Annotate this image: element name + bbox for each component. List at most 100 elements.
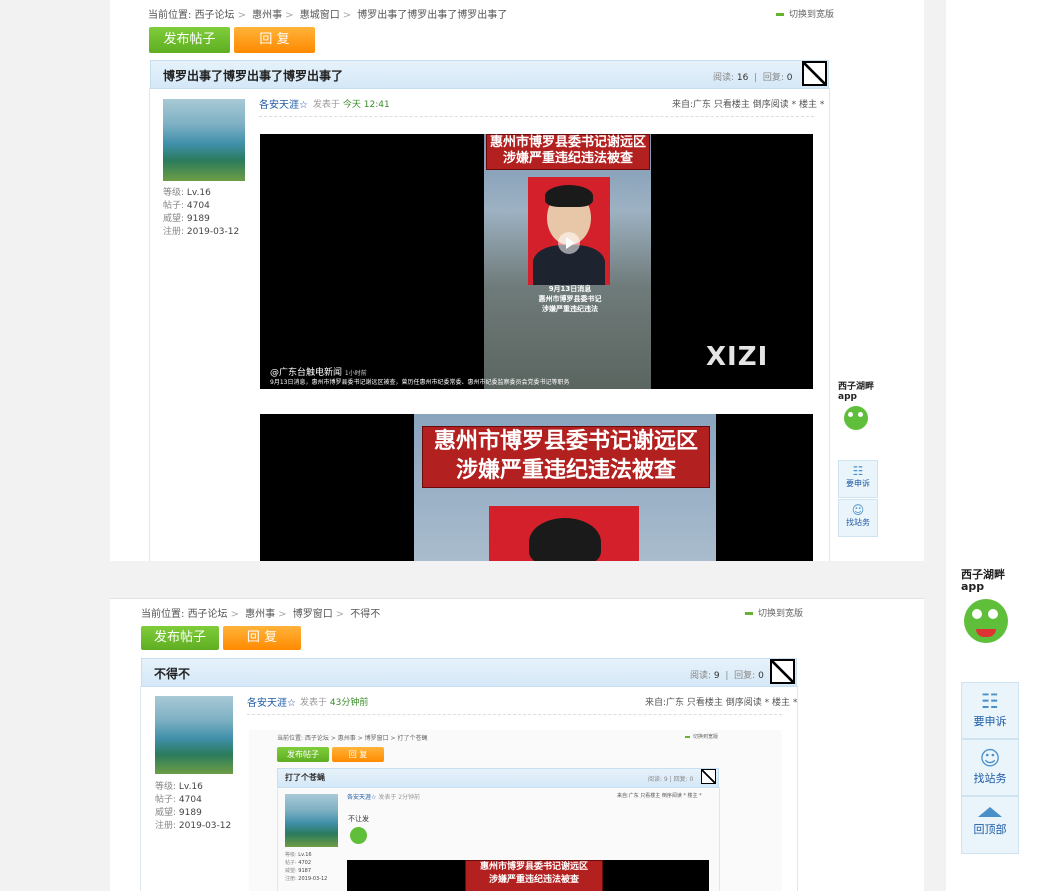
widen-label: 切换到宽版 [758,609,804,619]
meta-key: 注册: [163,227,185,237]
meta-value: 2019-03-12 [186,227,240,237]
post-source-links[interactable]: 来自:广东 只看楼主 倒序阅读 * 楼主 * [645,695,797,708]
author-meta: 等级: Lv.16 帖子: 4704 威望: 9189 注册: 2019-03-… [155,781,231,833]
switch-wide-link[interactable]: 切换到宽版 [745,606,803,619]
qr-code-icon[interactable] [802,61,827,86]
nested-video-headline: 惠州市博罗县委书记谢远区 涉嫌严重违纪违法被查 [465,860,603,891]
meta-key: 威望: [285,868,297,874]
back-to-top-button[interactable]: 回顶部 [961,796,1019,854]
posted-time: 今天 12:41 [342,100,390,110]
video-player[interactable]: 惠州市博罗县委书记谢远区 涉嫌严重违纪违法被查 [260,414,813,561]
posted-time: 43分钟前 [329,698,369,708]
nested-video: 惠州市博罗县委书记谢远区 涉嫌严重违纪违法被查 [347,860,709,891]
find-admin-button[interactable]: ☺ 找站务 [961,739,1019,796]
nested-meta-row: 注册: 2019-03-12 [285,875,327,883]
app-promo-title: 西子湖畔 [838,382,875,392]
meta-value: 4704 [178,795,202,805]
breadcrumb-link[interactable]: 惠州事 [252,10,282,21]
video-headline: 惠州市博罗县委书记谢远区 涉嫌严重违纪违法被查 [486,134,650,170]
author-name[interactable]: 各安天涯☆ [259,96,308,111]
post-stats: 阅读: 16 | 回复: 0 [713,73,793,83]
complain-button[interactable]: ☷ 要申诉 [961,682,1019,739]
qr-code-icon[interactable] [770,659,795,684]
nested-title: 打了个苍蝇 [285,773,325,782]
avatar[interactable] [163,99,245,181]
posted-prefix: 发表于 [313,100,341,110]
chevron-up-icon [978,807,1002,817]
nested-qr-icon [701,769,716,784]
reply-button[interactable]: 回 复 [234,27,315,53]
breadcrumb-link[interactable]: 博罗窗口 [293,609,333,620]
posted-prefix: 发表于 [300,698,328,708]
portrait [528,177,610,285]
breadcrumb-link[interactable]: 西子论坛 [188,609,228,620]
replies-count: 0 [786,73,793,83]
nested-author-name: 各安天涯☆ [347,794,377,801]
headline-line: 涉嫌严重违纪违法被查 [502,151,633,166]
nested-meta-row: 帖子: 4702 [285,859,327,867]
meta-value: 9189 [186,214,210,224]
headline-line: 惠州市博罗县委书记谢远区 [433,429,698,454]
post-title-bar: 博罗出事了博罗出事了博罗出事了 阅读: 16 | 回复: 0 [150,60,829,89]
frog-mascot-icon [964,599,1008,643]
nested-frog-emoji-icon [350,827,367,844]
play-icon[interactable] [558,232,580,254]
nested-avatar [285,794,338,847]
nested-posted: 发表于 2分钟前 [378,794,421,801]
breadcrumb-link[interactable]: 西子论坛 [195,10,235,21]
find-admin-button[interactable]: ☺ 找站务 [838,499,878,537]
meta-value: Lv.16 [298,852,312,858]
reads-count: 9 [713,671,720,681]
nested-replies: 回复: 0 [673,776,694,783]
xizi-watermark: XIZI [706,342,769,372]
meta-value: 9189 [178,808,202,818]
reply-button[interactable]: 回 复 [223,626,301,650]
breadcrumb-link[interactable]: 惠州事 [245,609,275,620]
meta-key: 注册: [285,876,297,882]
video-player[interactable]: 惠州市博罗县委书记谢远区 涉嫌严重违纪违法被查 9月13日消息 惠州市博罗县委书… [260,134,813,389]
post-time: 发表于 43分钟前 [300,695,368,708]
breadcrumb-current[interactable]: 博罗出事了博罗出事了博罗出事了 [357,10,507,21]
author-name[interactable]: 各安天涯☆ [247,694,296,709]
post-source-links[interactable]: 来自:广东 只看楼主 倒序阅读 * 楼主 * [672,97,824,110]
breadcrumb-link[interactable]: 惠城窗口 [300,10,340,21]
headline-line: 惠州市博罗县委书记谢远区 [489,135,646,150]
app-promo[interactable]: 西子湖畔 app [838,382,878,430]
breadcrumb: 当前位置: 西子论坛 > 惠州事 > 博罗窗口 > 不得不 [141,609,381,620]
reads-count: 16 [736,73,749,83]
reads-label: 阅读: [690,671,712,681]
complain-label: 要申诉 [973,715,1007,728]
post-title: 不得不 [154,667,191,681]
meta-value: Lv.16 [178,782,203,792]
nested-stats: 阅读: 9 | 回复: 0 [648,776,694,783]
nested-reads: 阅读: 9 [648,776,668,783]
breadcrumb-current[interactable]: 不得不 [350,609,380,620]
headline-line: 涉嫌严重违纪违法被查 [455,458,676,483]
support-agent-icon: ☺ [851,503,865,517]
nested-breadcrumb: 当前位置: 西子论坛 > 惠州事 > 博罗窗口 > 打了个苍蝇 [277,735,428,742]
meta-value: 9187 [298,868,312,874]
find-admin-label: 找站务 [846,518,870,527]
divider [110,598,924,599]
nested-source: 来自:广东 只看楼主 倒序阅读 * 楼主 * [617,793,702,799]
video-caption: 9月13日消息 惠州市博罗县委书记 涉嫌严重违纪违法 [500,284,640,314]
headline-line: 惠州市博罗县委书记谢远区 [479,862,588,872]
meta-key: 帖子: [155,795,177,805]
divider [259,116,814,117]
meta-value: Lv.16 [186,188,211,198]
video-headline: 惠州市博罗县委书记谢远区 涉嫌严重违纪违法被查 [422,426,710,488]
post-time: 发表于 今天 12:41 [313,97,390,110]
complain-button[interactable]: ☷ 要申诉 [838,460,878,498]
new-post-button[interactable]: 发布帖子 [149,27,230,53]
frog-mascot-icon [844,406,868,430]
nested-author-row: 各安天涯☆ 发表于 2分钟前 [347,792,420,801]
meta-registered: 注册: 2019-03-12 [155,820,231,833]
nested-widen-label: 切换到宽版 [693,734,719,740]
post-title: 博罗出事了博罗出事了博罗出事了 [163,69,344,83]
new-post-button[interactable]: 发布帖子 [141,626,219,650]
app-promo[interactable]: 西子湖畔 app [961,569,1021,643]
breadcrumb-prefix: 当前位置: [148,10,192,21]
switch-wide-link[interactable]: 切换到宽版 [776,7,834,20]
avatar[interactable] [155,696,233,774]
meta-posts: 帖子: 4704 [155,794,231,807]
